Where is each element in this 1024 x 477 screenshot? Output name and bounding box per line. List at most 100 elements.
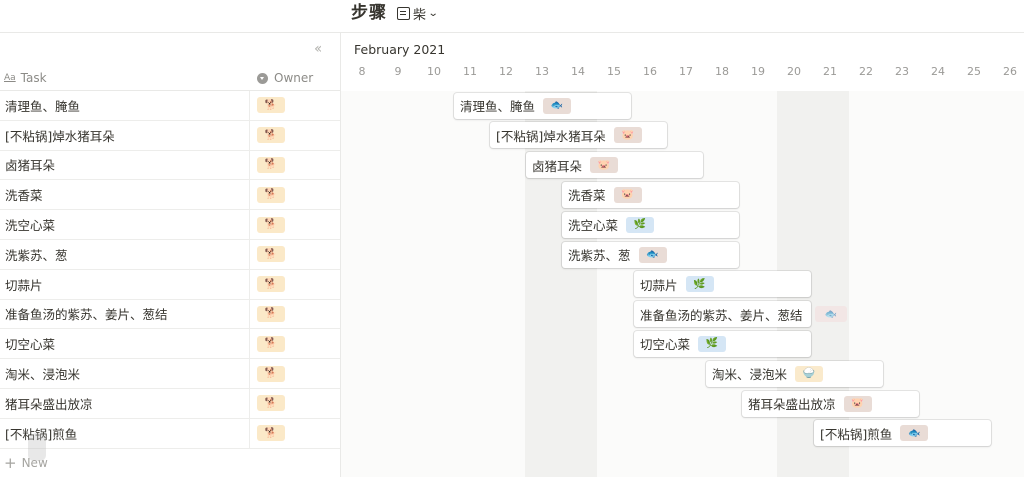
owner-cell[interactable]: 🐕 (249, 210, 340, 239)
gantt-bar-label: 切蒜片 (640, 277, 678, 293)
column-header-task-label: Task (20, 71, 47, 85)
gantt-bar-label: 淘米、浸泡米 (712, 367, 788, 383)
owner-tag: 🐕 (257, 246, 285, 263)
table-row[interactable]: 洗空心菜 🐕 (0, 210, 340, 240)
timeline-day-label: 10 (427, 65, 441, 78)
task-cell[interactable]: 洗香菜 (0, 185, 249, 204)
task-cell[interactable]: 淘米、浸泡米 (0, 364, 249, 383)
owner-tag: 🐕 (257, 335, 285, 352)
timeline-day-label: 16 (643, 65, 657, 78)
task-cell[interactable]: 卤猪耳朵 (0, 155, 249, 174)
owner-tag: 🐕 (257, 395, 285, 412)
gantt-bar[interactable]: 卤猪耳朵 🐷 (526, 152, 703, 179)
table-row[interactable]: 切空心菜 🐕 (0, 329, 340, 360)
new-row-button[interactable]: + New (4, 456, 48, 471)
gantt-bar[interactable]: 切蒜片 🌿 (634, 271, 811, 298)
owner-cell[interactable]: 🐕 (249, 359, 340, 388)
timeline-view-icon (397, 6, 410, 20)
task-cell[interactable]: 切蒜片 (0, 275, 249, 294)
gantt-bar-tag: 🌿 (698, 335, 727, 352)
table-row[interactable]: 洗紫苏、葱 🐕 (0, 239, 340, 270)
timeline-day-label: 14 (571, 65, 585, 78)
table-row[interactable]: 切蒜片 🐕 (0, 269, 340, 300)
gantt-bar[interactable]: 洗空心菜 🌿 (562, 211, 739, 238)
owner-cell[interactable]: 🐕 (249, 418, 340, 448)
table-row[interactable]: 洗香菜 🐕 (0, 180, 340, 211)
timeline-day-header: 8 9 10 11 12 13 14 15 16 17 18 19 20 21 22 23 24 25 26 (341, 65, 1024, 83)
owner-tag: 🐕 (257, 216, 285, 233)
owner-cell[interactable]: 🐕 (249, 150, 340, 180)
task-cell[interactable]: 清理鱼、腌鱼 (0, 96, 249, 115)
owner-cell[interactable]: 🐕 (249, 91, 340, 120)
owner-tag: 🐕 (257, 97, 285, 114)
owner-cell[interactable]: 🐕 (249, 388, 340, 418)
gantt-bar-label: [不粘锅]煎鱼 (820, 426, 893, 442)
gantt-bar[interactable]: 切空心菜 🌿 (634, 330, 811, 357)
owner-cell[interactable]: 🐕 (249, 239, 340, 269)
table-row[interactable]: 淘米、浸泡米 🐕 (0, 359, 340, 389)
gantt-bar-label: [不粘锅]焯水猪耳朵 (496, 128, 606, 144)
gantt-bar[interactable]: 淘米、浸泡米 🍚 (706, 360, 883, 387)
page-title: 步骤 (351, 3, 387, 23)
owner-cell[interactable]: 🐕 (249, 180, 340, 210)
table-row[interactable]: 清理鱼、腌鱼 🐕 (0, 91, 340, 121)
timeline-day-label: 24 (931, 65, 945, 78)
gantt-bar-label: 猪耳朵盛出放凉 (748, 397, 836, 412)
table-row[interactable]: [不粘锅]焯水猪耳朵 🐕 (0, 120, 340, 151)
gantt-bar[interactable]: 准备鱼汤的紫苏、姜片、葱结 (634, 301, 811, 328)
timeline-day-label: 11 (463, 65, 477, 78)
collapse-table-icon[interactable]: ‹‹ (314, 41, 322, 57)
timeline-day-label: 12 (499, 65, 513, 78)
owner-cell[interactable]: 🐕 (249, 269, 340, 299)
text-property-icon: Aa (4, 73, 16, 83)
timeline-day-label: 18 (715, 65, 729, 78)
timeline-day-label: 17 (679, 65, 693, 78)
gantt-bar-tag: 🐷 (613, 186, 642, 203)
timeline-day-label: 15 (607, 65, 621, 78)
gantt-bar[interactable]: 清理鱼、腌鱼 🐟 (454, 92, 631, 119)
gantt-bar-label: 洗紫苏、葱 (568, 248, 631, 263)
view-switcher[interactable]: 柴 ⌄ (397, 3, 439, 23)
gantt-bar-label: 卤猪耳朵 (532, 158, 583, 174)
select-property-icon (257, 72, 268, 84)
timeline-day-label: 25 (967, 65, 981, 78)
task-cell[interactable]: [不粘锅]焯水猪耳朵 (0, 126, 249, 145)
table-row[interactable]: [不粘锅]煎鱼 🐕 (0, 418, 340, 449)
column-header-task[interactable]: Aa Task (4, 67, 47, 89)
gantt-bar[interactable]: [不粘锅]焯水猪耳朵 🐷 (490, 122, 667, 149)
table-panel: ‹‹ Aa Task Owner 清理鱼、腌鱼 🐕 [不粘锅]焯水猪耳朵 🐕 卤猪耳朵 🐕… (0, 33, 340, 477)
task-cell[interactable]: 切空心菜 (0, 334, 249, 353)
table-row[interactable]: 准备鱼汤的紫苏、姜片、葱结 🐕 (0, 299, 340, 330)
gantt-bar-tag: 🍚 (795, 365, 824, 382)
gantt-bar[interactable]: 猪耳朵盛出放凉 🐷 (742, 390, 919, 417)
task-cell[interactable]: 洗空心菜 (0, 215, 249, 234)
owner-cell[interactable]: 🐕 (249, 329, 340, 359)
owner-tag: 🐕 (257, 365, 285, 382)
gantt-bar[interactable]: 洗香菜 🐷 (562, 181, 739, 208)
gantt-bar-tag: 🐟 (543, 97, 572, 114)
task-cell[interactable]: 洗紫苏、葱 (0, 245, 249, 264)
gantt-bar-tag: 🐷 (590, 157, 619, 174)
gantt-bar[interactable]: [不粘锅]煎鱼 🐟 (814, 420, 991, 447)
owner-tag: 🐕 (257, 276, 285, 293)
gantt-bar-label: 洗香菜 (568, 188, 606, 204)
chevron-down-icon: ⌄ (427, 7, 439, 19)
column-header-owner[interactable]: Owner (257, 67, 313, 89)
owner-cell[interactable]: 🐕 (249, 120, 340, 150)
owner-cell[interactable]: 🐕 (249, 299, 340, 329)
timeline-day-label: 19 (751, 65, 765, 78)
timeline-day-label: 9 (394, 65, 402, 78)
task-cell[interactable]: 猪耳朵盛出放凉 (0, 394, 249, 413)
table-row[interactable]: 卤猪耳朵 🐕 (0, 150, 340, 181)
weekend-band (525, 91, 597, 477)
gantt-bar[interactable]: 洗紫苏、葱 🐟 (562, 241, 739, 268)
timeline-day-label: 21 (823, 65, 837, 78)
task-cell[interactable]: 准备鱼汤的紫苏、姜片、葱结 (0, 304, 249, 323)
gantt-bar-tag: 🐷 (613, 127, 642, 144)
owner-tag: 🐕 (257, 127, 285, 144)
owner-tag: 🐕 (257, 305, 285, 322)
owner-tag: 🐕 (257, 156, 285, 173)
table-row[interactable]: 猪耳朵盛出放凉 🐕 (0, 388, 340, 419)
owner-tag: 🐕 (257, 186, 285, 203)
gantt-bar-tag: 🐟 (638, 246, 667, 263)
